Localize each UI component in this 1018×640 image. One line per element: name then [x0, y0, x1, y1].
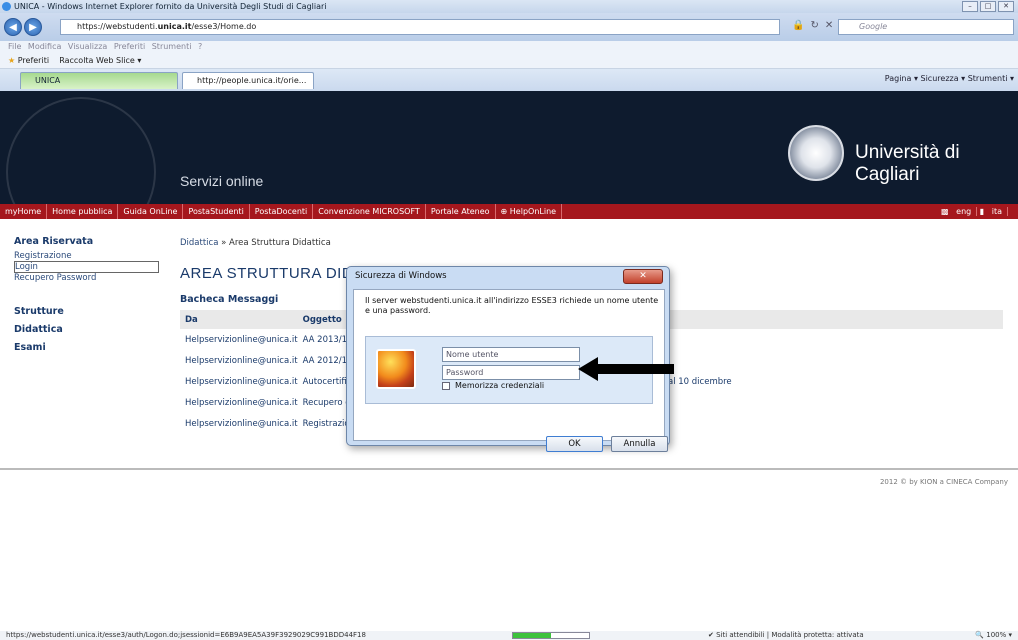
tab-people[interactable]: http://people.unica.it/orie...: [182, 72, 314, 89]
password-input[interactable]: Password: [442, 365, 580, 380]
password-placeholder: Password: [446, 368, 484, 377]
search-placeholder: Google: [859, 22, 888, 31]
breadcrumb-didattica[interactable]: Didattica: [180, 238, 218, 248]
command-bar[interactable]: Pagina ▾ Sicurezza ▾ Strumenti ▾: [885, 74, 1014, 83]
back-icon[interactable]: ◀: [4, 18, 22, 36]
minimize-button[interactable]: –: [962, 1, 978, 12]
forward-icon[interactable]: ▶: [24, 18, 42, 36]
footer-copyright: 2012 © by KION a CINECA Company: [879, 478, 1008, 486]
university-name: Università di Cagliari: [855, 142, 960, 185]
window-titlebar: UNICA - Windows Internet Explorer fornit…: [0, 0, 1018, 13]
progress-fill: [513, 633, 551, 638]
university-seal-watermark: [6, 97, 156, 204]
sidebar-section-didattica[interactable]: Didattica: [14, 321, 164, 339]
username-placeholder: Nome utente: [446, 350, 499, 359]
sidebar-heading: Area Riservata: [14, 236, 94, 247]
cell-oggetto-tail: al 10 dicembre: [668, 376, 732, 387]
pointer-arrow-icon: [578, 357, 674, 381]
dialog-message: Il server webstudenti.unica.it all'indir…: [365, 296, 659, 315]
status-bar: https://webstudenti.unica.it/esse3/auth/…: [0, 631, 1018, 640]
favorites-bar: ★ Preferiti Raccolta Web Slice ▾: [0, 53, 1018, 69]
remember-credentials-checkbox[interactable]: Memorizza credenziali: [442, 381, 544, 390]
nav-helponline[interactable]: ⊕ HelpOnLine: [496, 204, 563, 219]
dialog-close-button[interactable]: ✕: [623, 269, 663, 284]
nav-home-pubblica[interactable]: Home pubblica: [47, 204, 119, 219]
footer-divider: [0, 468, 1018, 470]
zoom-control[interactable]: 🔍 100% ▾: [975, 631, 1012, 640]
url-domain: unica.it: [157, 22, 192, 31]
user-avatar-icon: [376, 349, 416, 389]
tab-unica-label: UNICA: [35, 76, 61, 85]
language-switch[interactable]: ▩ eng ▮ ita: [936, 204, 1018, 219]
nav-posta-studenti[interactable]: PostaStudenti: [183, 204, 250, 219]
url-path: /esse3/Home.do: [191, 22, 257, 31]
sidebar-item-login[interactable]: Login: [14, 261, 159, 273]
university-seal-logo: [788, 125, 844, 181]
tab-unica[interactable]: UNICA: [20, 72, 178, 89]
sidebar-section-esami[interactable]: Esami: [14, 339, 164, 357]
security-zone[interactable]: ✔ Siti attendibili | Modalità protetta: …: [708, 631, 864, 640]
zoom-level: 100%: [986, 631, 1007, 639]
page-progress-bar: [512, 632, 590, 639]
site-banner: Servizi online Università di Cagliari: [0, 91, 1018, 204]
ie-logo-icon: [2, 2, 11, 11]
main-nav: myHome Home pubblica Guida OnLine PostaS…: [0, 204, 1018, 219]
username-input[interactable]: Nome utente: [442, 347, 580, 362]
address-bar[interactable]: https://webstudenti.unica.it/esse3/Home.…: [60, 19, 780, 35]
sidebar-section-strutture[interactable]: Strutture: [14, 303, 164, 321]
close-window-button[interactable]: ✕: [998, 1, 1014, 12]
lang-en[interactable]: eng: [951, 207, 978, 216]
checkbox-box[interactable]: [442, 381, 450, 390]
nav-guida-online[interactable]: Guida OnLine: [118, 204, 184, 219]
cell-da: Helpservizionline@unica.it: [185, 397, 298, 408]
dialog-title: Sicurezza di Windows: [355, 271, 447, 281]
tab-people-label: http://people.unica.it/orie...: [197, 76, 307, 85]
cell-da: Helpservizionline@unica.it: [185, 355, 298, 366]
lang-it[interactable]: ita: [986, 207, 1008, 216]
col-da: Da: [180, 310, 298, 329]
nav-convenzione-microsoft[interactable]: Convenzione MICROSOFT: [313, 204, 426, 219]
cell-da: Helpservizionline@unica.it: [185, 418, 298, 429]
address-actions[interactable]: 🔒↻✕: [792, 20, 839, 31]
nav-posta-docenti[interactable]: PostaDocenti: [250, 204, 314, 219]
breadcrumb-separator: »: [218, 238, 230, 248]
web-slice-link[interactable]: Raccolta Web Slice ▾: [59, 56, 141, 65]
url-prefix: https://webstudenti.: [77, 22, 158, 31]
bacheca-heading: Bacheca Messaggi: [180, 294, 279, 305]
favorites-star-icon: ★: [8, 56, 16, 65]
address-row: ◀ ▶ https://webstudenti.unica.it/esse3/H…: [0, 13, 1018, 41]
breadcrumb-current: Area Struttura Didattica: [229, 238, 331, 248]
cell-da: Helpservizionline@unica.it: [185, 376, 298, 387]
status-url: https://webstudenti.unica.it/esse3/auth/…: [6, 631, 366, 639]
search-input[interactable]: Google: [838, 19, 1014, 35]
nav-portale-ateneo[interactable]: Portale Ateneo: [426, 204, 496, 219]
window-title: UNICA - Windows Internet Explorer fornit…: [14, 2, 327, 11]
nav-myhome[interactable]: myHome: [0, 204, 48, 219]
breadcrumb: Didattica » Area Struttura Didattica: [180, 238, 331, 248]
sidebar-item-registrazione[interactable]: Registrazione: [14, 251, 164, 261]
favorites-button[interactable]: Preferiti: [18, 56, 49, 65]
menu-bar[interactable]: File Modifica Visualizza Preferiti Strum…: [0, 41, 1018, 53]
remember-label: Memorizza credenziali: [455, 381, 545, 390]
cell-da: Helpservizionline@unica.it: [185, 334, 298, 345]
maximize-button[interactable]: □: [980, 1, 996, 12]
menu-items[interactable]: File Modifica Visualizza Preferiti Strum…: [8, 42, 202, 51]
sidebar: Area Riservata Registrazione Login Recup…: [14, 236, 164, 357]
sidebar-item-recupero-password[interactable]: Recupero Password: [14, 273, 164, 283]
tab-bar: UNICA http://people.unica.it/orie... Pag…: [0, 69, 1018, 91]
servizi-online-title: Servizi online: [180, 173, 264, 189]
window-controls: – □ ✕: [962, 1, 1014, 12]
cancel-button[interactable]: Annulla: [611, 436, 668, 452]
ok-button[interactable]: OK: [546, 436, 603, 452]
command-items[interactable]: Pagina ▾ Sicurezza ▾ Strumenti ▾: [885, 74, 1014, 83]
security-zone-text: Siti attendibili | Modalità protetta: at…: [716, 631, 864, 639]
